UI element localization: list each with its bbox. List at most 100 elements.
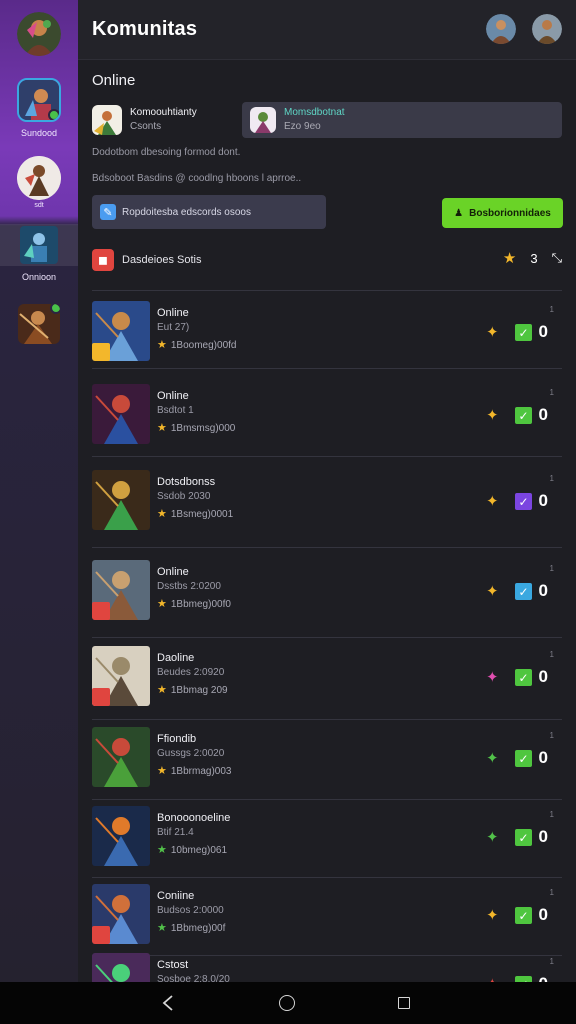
hero-art-icon — [92, 301, 150, 361]
row-name: Online — [157, 307, 189, 319]
knight-square-icon — [20, 226, 58, 264]
row-meta-text: 10bmeg)061 — [170, 845, 228, 856]
row-meta: ★ 1Bsmeg)0001 — [157, 507, 233, 520]
row-subtitle: Eut 27) — [157, 322, 190, 333]
row-name: Daoline — [157, 652, 195, 664]
sidebar-item-sdt[interactable]: sdt — [0, 156, 78, 209]
list-item[interactable]: Bonooonoeline Btif 21.4 ★ 10bmeg)061 1 ✦ ✓ 0 — [92, 797, 562, 875]
row-count: 0 — [538, 405, 548, 424]
row-name: Bonooonoeline — [157, 812, 231, 824]
main-panel: Komunitas Online Komoouhtianty Csonts Mo… — [78, 0, 576, 982]
list-item[interactable]: CstostSosboe 2:8.0/201✦✓0 — [92, 953, 562, 982]
rating-star-icon: ★ — [157, 339, 167, 351]
row-meta-text: 1Bbmeg)00f0 — [170, 599, 231, 610]
check-icon[interactable]: ✓ — [515, 750, 532, 767]
reaction-icon[interactable]: ✦ — [486, 906, 499, 924]
reaction-icon[interactable]: ✦ — [486, 582, 499, 600]
reaction-icon[interactable]: ✦ — [486, 975, 499, 982]
check-icon[interactable]: ✓ — [515, 407, 532, 424]
row-count: 0 — [538, 491, 548, 510]
row-meta: ★ 1Bbmeg)00f — [157, 921, 225, 934]
check-icon[interactable]: ✓ — [515, 829, 532, 846]
join-button-label: Bosborionnidaes — [469, 207, 551, 219]
list-item[interactable]: Online Bsdtot 1 ★ 1Bmsmsg)000 1 ✦ ✓ 0 — [92, 374, 562, 454]
divider — [92, 290, 562, 291]
profile-avatar-icon[interactable] — [532, 14, 562, 44]
user-avatar-icon[interactable] — [486, 14, 516, 44]
row-count: 0 — [539, 974, 548, 982]
row-mini-count: 1 — [549, 474, 554, 483]
reaction-icon[interactable]: ✦ — [486, 828, 499, 846]
row-mini-count: 1 — [549, 957, 554, 966]
list-item[interactable]: Ffiondib Gussgs 2:0020 ★ 1Bbrmag)003 1 ✦ ✓ 0 — [92, 717, 562, 797]
row-meta-text: 1Bsmeg)0001 — [170, 509, 234, 520]
row-meta-text: 1Bbmag 209 — [170, 685, 228, 696]
check-icon[interactable]: ✓ — [515, 907, 532, 924]
description-text: Bdsoboot Basdins @ coodlng hboons l aprr… — [92, 173, 302, 184]
rating-star-icon: ★ — [157, 508, 167, 520]
search-input[interactable]: ✎ Ropdoitesba edscords osoos — [92, 195, 326, 229]
sidebar-item-archer[interactable] — [0, 304, 78, 344]
section-title: Online — [92, 72, 136, 89]
row-subtitle: Gussgs 2:0020 — [157, 748, 225, 759]
row-count: 0 — [538, 905, 548, 924]
divider — [92, 368, 562, 369]
row-mini-count: 1 — [549, 564, 554, 573]
list-item[interactable]: Dotsdbonss Ssdob 2030 ★ 1Bsmeg)0001 1 ✦ ✓ 0 — [92, 455, 562, 545]
check-icon[interactable]: ✓ — [515, 324, 532, 341]
reaction-icon[interactable]: ✦ — [486, 668, 499, 686]
hero-art-icon — [92, 384, 150, 444]
list-item[interactable]: Online Dsstbs 2:0200 ★ 1Bbmeg)00f0 1 ✦ ✓ 0 — [92, 545, 562, 635]
hero-art-icon — [92, 806, 150, 866]
top-header: Komunitas — [78, 0, 576, 60]
check-icon[interactable]: ✓ — [515, 669, 532, 686]
recents-icon[interactable] — [398, 997, 410, 1009]
row-meta: ★ 1Bbmeg)00f0 — [157, 597, 231, 610]
row-meta-text: 1Boomeg)00fd — [170, 340, 237, 351]
row-subtitle: Beudes 2:0920 — [157, 667, 225, 678]
sidebar-item-onnioon[interactable]: Onnioon — [0, 226, 78, 282]
hero-square-icon — [17, 78, 61, 122]
reaction-icon[interactable]: ✦ — [486, 323, 499, 341]
sort-icon[interactable]: ⤡ — [552, 250, 562, 266]
rank-badge-icon — [92, 926, 110, 944]
row-meta-text: 1Bbrmag)003 — [170, 766, 232, 777]
rating-star-icon: ★ — [157, 844, 167, 856]
list-item[interactable]: Daoline Beudes 2:0920 ★ 1Bbmag 209 1 ✦ ✓ 0 — [92, 635, 562, 717]
row-name: Cstost — [157, 959, 189, 971]
rating-star-icon: ★ — [157, 684, 167, 696]
row-meta-text: 1Bmsmsg)000 — [170, 423, 236, 434]
home-icon[interactable] — [279, 995, 295, 1011]
reaction-icon[interactable]: ✦ — [486, 749, 499, 767]
join-button[interactable]: ♟ Bosborionnidaes — [442, 198, 563, 228]
page-title: Komunitas — [92, 18, 198, 40]
back-icon[interactable] — [160, 994, 178, 1012]
filter-row: ◼ Dasdeioes Sotis ★ 3 ⤡ — [92, 249, 562, 271]
hero-art-icon — [92, 646, 150, 706]
hero-art-icon — [92, 470, 150, 530]
chat-icon: ◼ — [92, 249, 114, 271]
rating-star-icon: ★ — [157, 422, 167, 434]
check-icon[interactable]: ✓ — [515, 583, 532, 600]
reaction-icon[interactable]: ✦ — [486, 492, 499, 510]
row-mini-count: 1 — [549, 388, 554, 397]
star-icon[interactable]: ★ — [503, 249, 516, 267]
rating-star-icon: ★ — [157, 922, 167, 934]
mage-avatar-icon — [17, 156, 61, 200]
filter-label: Dasdeioes Sotis — [122, 254, 202, 266]
card-name: Momsdbotnat — [284, 107, 345, 118]
check-icon[interactable]: ✓ — [515, 493, 532, 510]
hero-art-icon — [92, 953, 150, 982]
rating-star-icon: ★ — [157, 765, 167, 777]
community-card-highlighted[interactable]: Momsdbotnat Ezo 9eo — [242, 102, 562, 138]
sidebar-item-sundood[interactable]: Sundood — [0, 78, 78, 138]
sidebar-item-label: Sundood — [20, 128, 58, 138]
list-item[interactable]: Coniine Budsos 2:0000 ★ 1Bbmeg)00f 1 ✦ ✓ 0 — [92, 875, 562, 953]
sidebar-item-label: sdt — [34, 202, 44, 209]
rank-badge-icon — [92, 343, 110, 361]
sidebar-item-label: Onnioon — [21, 272, 57, 282]
reaction-icon[interactable]: ✦ — [486, 406, 499, 424]
sidebar-item-profile[interactable] — [0, 12, 78, 56]
community-card[interactable]: Komoouhtianty Csonts — [92, 102, 232, 138]
list-item[interactable]: Online Eut 27) ★ 1Boomeg)00fd 1 ✦ ✓ 0 — [92, 296, 562, 366]
